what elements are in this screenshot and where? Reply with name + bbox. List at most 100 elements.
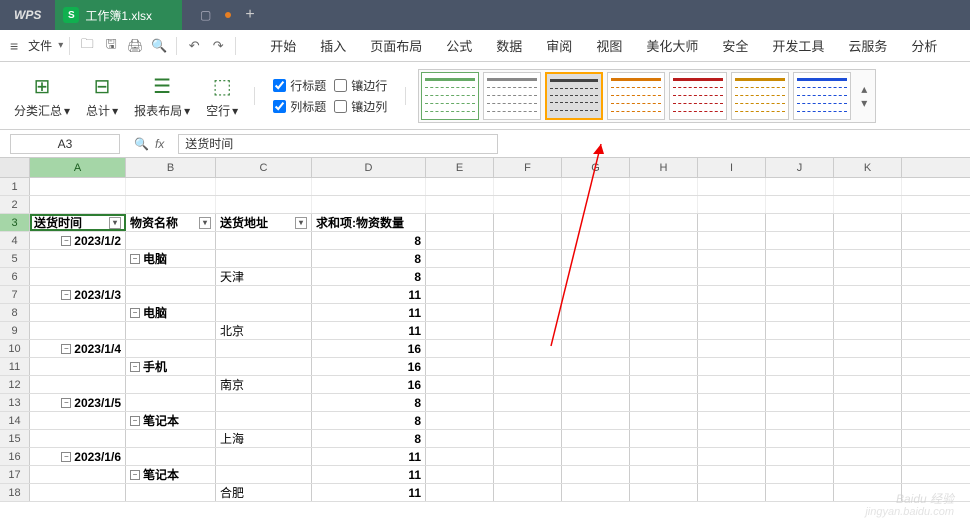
cell[interactable]: [562, 322, 630, 339]
document-tab[interactable]: S 工作簿1.xlsx: [55, 0, 182, 30]
cell[interactable]: [698, 358, 766, 375]
cell[interactable]: [126, 430, 216, 447]
cell[interactable]: [30, 304, 126, 321]
cell[interactable]: [426, 286, 494, 303]
cell[interactable]: [426, 466, 494, 483]
cell[interactable]: [698, 376, 766, 393]
row-header[interactable]: 17: [0, 466, 30, 483]
gallery-more[interactable]: ▴▾: [855, 72, 873, 120]
cell[interactable]: [766, 196, 834, 213]
col-header-J[interactable]: J: [766, 158, 834, 177]
collapse-icon[interactable]: −: [61, 290, 71, 300]
cell[interactable]: [126, 178, 216, 195]
cell[interactable]: [630, 484, 698, 501]
cell[interactable]: [630, 250, 698, 267]
tab-start[interactable]: 开始: [258, 28, 308, 63]
check-row-band[interactable]: 镶边行: [334, 77, 387, 94]
tab-layout[interactable]: 页面布局: [358, 28, 434, 63]
cell[interactable]: [698, 196, 766, 213]
collapse-icon[interactable]: −: [61, 452, 71, 462]
cell[interactable]: [766, 376, 834, 393]
cell[interactable]: [30, 412, 126, 429]
collapse-icon[interactable]: −: [130, 416, 140, 426]
cell[interactable]: [630, 268, 698, 285]
fx-icon[interactable]: fx: [155, 137, 164, 151]
cell[interactable]: [562, 178, 630, 195]
formula-input[interactable]: 送货时间: [178, 134, 498, 154]
cell[interactable]: 南京: [216, 376, 312, 393]
col-header-C[interactable]: C: [216, 158, 312, 177]
cell[interactable]: [766, 178, 834, 195]
cell[interactable]: 11: [312, 466, 426, 483]
tab-analysis[interactable]: 分析: [899, 28, 949, 63]
check-col-band[interactable]: 镶边列: [334, 98, 387, 115]
row-header[interactable]: 8: [0, 304, 30, 321]
row-header[interactable]: 18: [0, 484, 30, 501]
style-option-1[interactable]: [421, 72, 479, 120]
cell[interactable]: [698, 466, 766, 483]
cell[interactable]: −2023/1/2: [30, 232, 126, 249]
tab-dev[interactable]: 开发工具: [760, 28, 836, 63]
cell[interactable]: [426, 196, 494, 213]
row-header[interactable]: 11: [0, 358, 30, 375]
cell[interactable]: [630, 322, 698, 339]
new-tab-button[interactable]: +: [245, 6, 254, 24]
cell[interactable]: [698, 214, 766, 231]
cell[interactable]: [30, 484, 126, 501]
cell[interactable]: [126, 232, 216, 249]
row-header[interactable]: 6: [0, 268, 30, 285]
cell[interactable]: 16: [312, 376, 426, 393]
cell[interactable]: [630, 358, 698, 375]
cell[interactable]: [216, 448, 312, 465]
cell[interactable]: [426, 214, 494, 231]
cell[interactable]: [30, 376, 126, 393]
col-header-G[interactable]: G: [562, 158, 630, 177]
cell[interactable]: [494, 322, 562, 339]
cell[interactable]: [834, 286, 902, 303]
pivot-header-b[interactable]: 物资名称▾: [126, 214, 216, 231]
cell[interactable]: [562, 286, 630, 303]
cell[interactable]: [494, 250, 562, 267]
row-header[interactable]: 16: [0, 448, 30, 465]
cell[interactable]: −电脑: [126, 304, 216, 321]
cell[interactable]: [494, 376, 562, 393]
row-header[interactable]: 10: [0, 340, 30, 357]
print-icon[interactable]: 🖨: [124, 35, 146, 57]
tab-formula[interactable]: 公式: [434, 28, 484, 63]
cell[interactable]: [562, 430, 630, 447]
cell[interactable]: [834, 376, 902, 393]
col-header-K[interactable]: K: [834, 158, 902, 177]
cell[interactable]: [562, 340, 630, 357]
cell[interactable]: [698, 430, 766, 447]
tab-insert[interactable]: 插入: [308, 28, 358, 63]
cell[interactable]: [216, 358, 312, 375]
col-header-H[interactable]: H: [630, 158, 698, 177]
collapse-icon[interactable]: −: [130, 254, 140, 264]
cell[interactable]: [216, 232, 312, 249]
cell[interactable]: [426, 268, 494, 285]
cell[interactable]: [126, 376, 216, 393]
cell[interactable]: [494, 196, 562, 213]
name-box[interactable]: A3: [10, 134, 120, 154]
cell[interactable]: [494, 430, 562, 447]
cell[interactable]: [630, 286, 698, 303]
cell[interactable]: [494, 214, 562, 231]
cell[interactable]: [126, 286, 216, 303]
cell[interactable]: [766, 466, 834, 483]
style-option-6[interactable]: [731, 72, 789, 120]
cell[interactable]: [834, 466, 902, 483]
style-option-7[interactable]: [793, 72, 851, 120]
row-header[interactable]: 2: [0, 196, 30, 213]
cell[interactable]: [834, 232, 902, 249]
cell[interactable]: [698, 268, 766, 285]
cell[interactable]: [494, 286, 562, 303]
cell[interactable]: [630, 394, 698, 411]
cell[interactable]: [30, 250, 126, 267]
cell[interactable]: 北京: [216, 322, 312, 339]
cell[interactable]: [126, 268, 216, 285]
collapse-icon[interactable]: −: [61, 398, 71, 408]
cell[interactable]: [766, 430, 834, 447]
col-header-A[interactable]: A: [30, 158, 126, 177]
cell[interactable]: [766, 286, 834, 303]
cell[interactable]: 16: [312, 340, 426, 357]
